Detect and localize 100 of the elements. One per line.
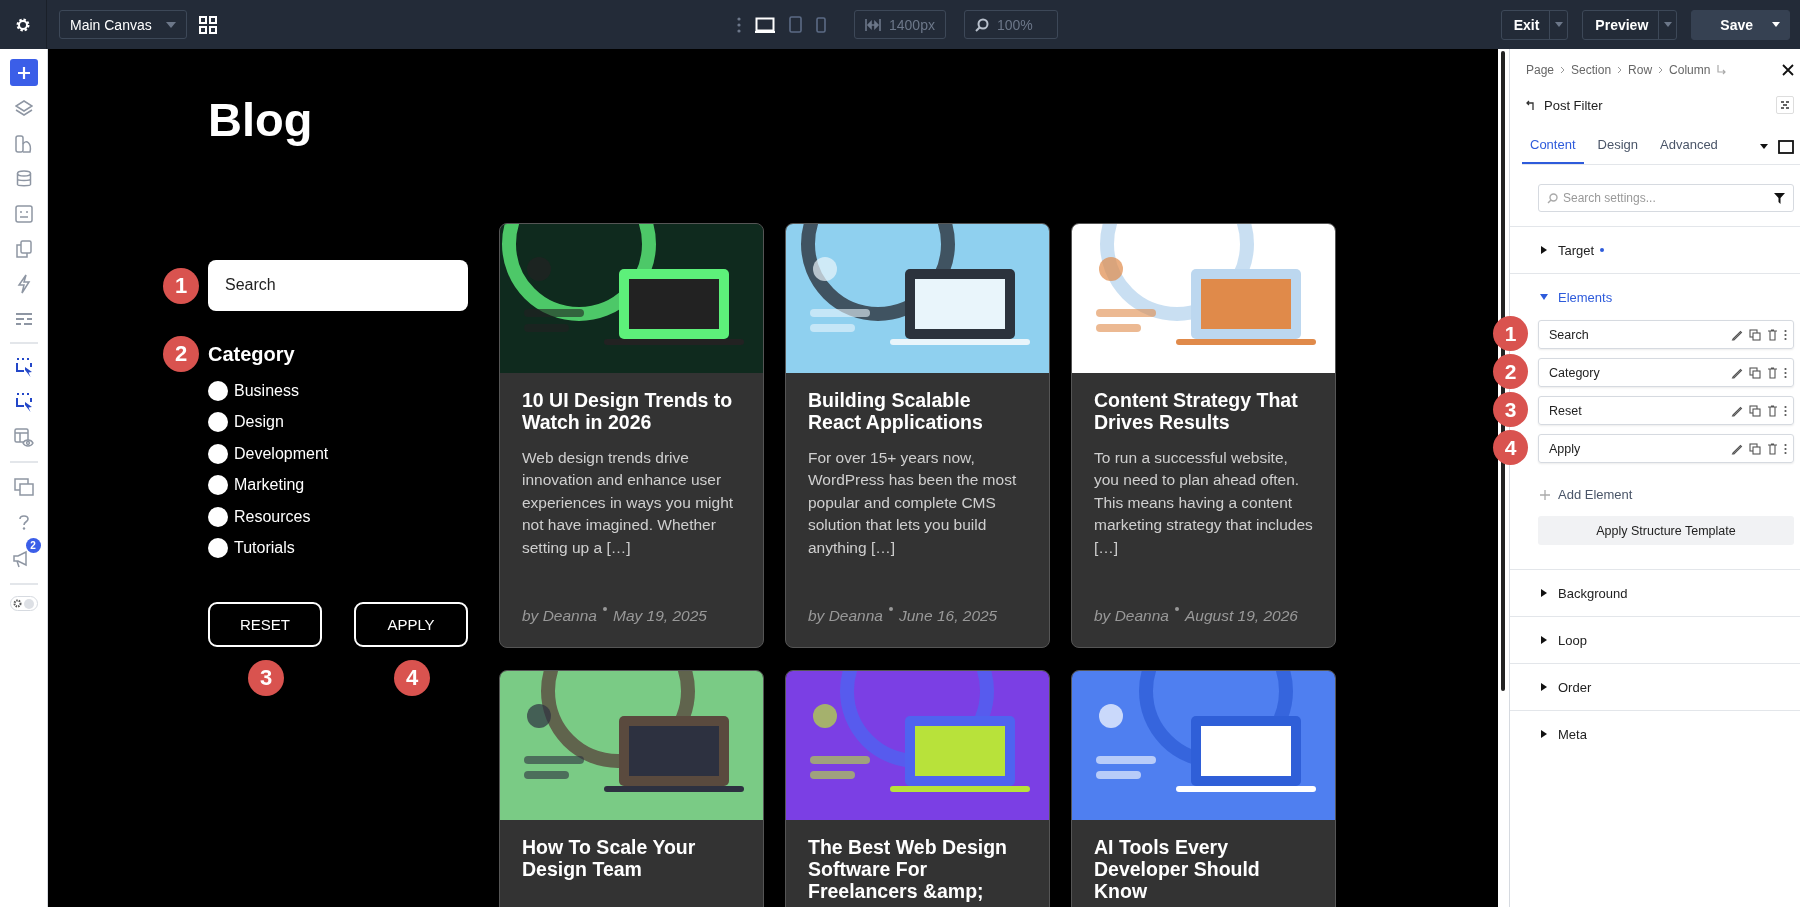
apply-button[interactable]: APPLY xyxy=(354,601,468,647)
section-toggle[interactable]: Meta xyxy=(1510,711,1800,757)
search-icon xyxy=(1547,193,1558,204)
reset-button[interactable]: RESET xyxy=(208,601,322,647)
option-label[interactable]: Resources xyxy=(234,505,311,529)
more-icon[interactable] xyxy=(1784,442,1787,455)
caret-right-icon xyxy=(1540,730,1548,738)
close-icon[interactable] xyxy=(1782,64,1794,76)
option-label[interactable]: Business xyxy=(234,379,299,403)
search-field[interactable]: Search xyxy=(208,259,468,311)
settings-icon[interactable] xyxy=(15,16,31,33)
grid-icon[interactable] xyxy=(199,15,217,34)
plus-icon xyxy=(1540,489,1550,500)
more-icon[interactable] xyxy=(1784,328,1787,341)
post-title[interactable]: The Best Web Design Software For Freelancers &amp; xyxy=(808,835,1027,902)
breadcrumb-link[interactable]: Page xyxy=(1526,63,1555,77)
desktop-icon[interactable] xyxy=(755,16,775,33)
category-heading: Category xyxy=(208,341,296,367)
copy-icon[interactable] xyxy=(1749,404,1761,417)
element-item[interactable]: Category xyxy=(1538,358,1794,387)
page-title: Blog xyxy=(208,94,314,146)
phone-icon[interactable] xyxy=(816,16,826,33)
chevron-icon xyxy=(1658,66,1664,74)
options-icon xyxy=(1780,101,1790,109)
pencil-icon[interactable] xyxy=(1731,404,1743,417)
radio-button[interactable] xyxy=(208,538,228,559)
pencil-icon[interactable] xyxy=(1731,366,1743,379)
select-icon xyxy=(14,392,33,413)
theme-toggle[interactable] xyxy=(9,596,38,611)
option-label[interactable]: Tutorials xyxy=(234,537,295,560)
section-toggle[interactable]: Loop xyxy=(1510,617,1800,663)
element-item[interactable]: Reset xyxy=(1538,396,1794,425)
tab[interactable]: Content xyxy=(1522,129,1584,164)
settings-search-field[interactable]: Search settings... xyxy=(1538,184,1794,212)
back-icon[interactable] xyxy=(1526,100,1536,110)
breadcrumb-link[interactable]: Section xyxy=(1571,63,1612,77)
post-title[interactable]: 10 UI Design Trends to Watch in 2026 xyxy=(522,388,741,433)
help-icon xyxy=(17,513,30,530)
more-icon[interactable] xyxy=(1784,404,1787,417)
step-marker: 4 xyxy=(394,659,430,696)
filter-icon[interactable] xyxy=(1774,193,1785,204)
section-toggle[interactable]: Target xyxy=(1510,227,1800,273)
split-button[interactable]: Exit xyxy=(1500,9,1569,40)
post-title[interactable]: AI Tools Every Developer Should Know xyxy=(1094,835,1313,902)
canvas-select[interactable]: Main Canvas xyxy=(59,10,187,39)
trash-icon[interactable] xyxy=(1767,404,1778,417)
pencil-icon[interactable] xyxy=(1731,442,1743,455)
add-element-button[interactable]: Add Element xyxy=(1540,487,1633,502)
option-label[interactable]: Development xyxy=(234,442,329,466)
pages-icon xyxy=(15,239,32,258)
section-toggle[interactable]: Background xyxy=(1510,570,1800,616)
section-toggle[interactable]: Order xyxy=(1510,664,1800,710)
bolt-icon xyxy=(16,273,31,294)
post-title[interactable]: How To Scale Your Design Team xyxy=(522,835,741,880)
pencil-icon[interactable] xyxy=(1731,328,1743,341)
radio-button[interactable] xyxy=(208,443,228,464)
copy-icon[interactable] xyxy=(1749,442,1761,455)
width-icon xyxy=(865,18,881,31)
step-marker: 2 xyxy=(163,335,199,372)
template-button[interactable]: Apply Structure Template xyxy=(1538,516,1794,545)
copy-icon[interactable] xyxy=(1749,328,1761,341)
radio-button[interactable] xyxy=(208,475,228,496)
option-label[interactable]: Design xyxy=(234,411,284,434)
more-icon[interactable] xyxy=(737,16,741,33)
element-item[interactable]: Apply xyxy=(1538,434,1794,463)
copy-icon[interactable] xyxy=(1749,366,1761,379)
tab[interactable]: Design xyxy=(1589,129,1646,164)
options-button[interactable] xyxy=(1776,96,1794,114)
split-button[interactable]: Preview xyxy=(1582,9,1678,40)
announce-button[interactable]: 2 xyxy=(6,538,41,572)
preview-icon xyxy=(13,427,34,448)
trash-icon[interactable] xyxy=(1767,366,1778,379)
add-button[interactable] xyxy=(9,59,38,86)
caret-right-icon xyxy=(1540,683,1548,691)
element-item[interactable]: Search xyxy=(1538,320,1794,349)
chevron-icon xyxy=(1617,66,1623,74)
radio-button[interactable] xyxy=(208,380,228,401)
trash-icon[interactable] xyxy=(1767,442,1778,455)
post-excerpt: Web design trends drive innovation and enhance user experiences in ways you might not have imagined. Whether setting up a […] xyxy=(522,447,735,559)
radio-button[interactable] xyxy=(208,506,228,527)
caret-icon[interactable] xyxy=(1760,144,1768,149)
tab[interactable]: Advanced xyxy=(1652,129,1726,164)
radio-button[interactable] xyxy=(208,412,228,433)
caret-right-icon xyxy=(1540,636,1548,644)
gear-icon xyxy=(12,599,22,608)
post-author: by Deanna xyxy=(1094,606,1169,625)
step-marker: 3 xyxy=(248,659,284,696)
caret-right-icon xyxy=(1540,589,1548,597)
rows-icon xyxy=(14,311,33,326)
breadcrumb-link[interactable]: Row xyxy=(1628,63,1653,77)
post-title[interactable]: Content Strategy That Drives Results xyxy=(1094,388,1313,433)
save-button[interactable]: Save xyxy=(1691,9,1790,40)
square-icon[interactable] xyxy=(1778,139,1794,154)
more-icon[interactable] xyxy=(1784,366,1787,379)
caret-icon xyxy=(1663,22,1672,27)
post-title[interactable]: Building Scalable React Applications xyxy=(808,388,1027,433)
search-icon xyxy=(975,17,989,32)
breadcrumb-link[interactable]: Column xyxy=(1669,63,1711,77)
trash-icon[interactable] xyxy=(1767,328,1778,341)
option-label[interactable]: Marketing xyxy=(234,474,305,497)
